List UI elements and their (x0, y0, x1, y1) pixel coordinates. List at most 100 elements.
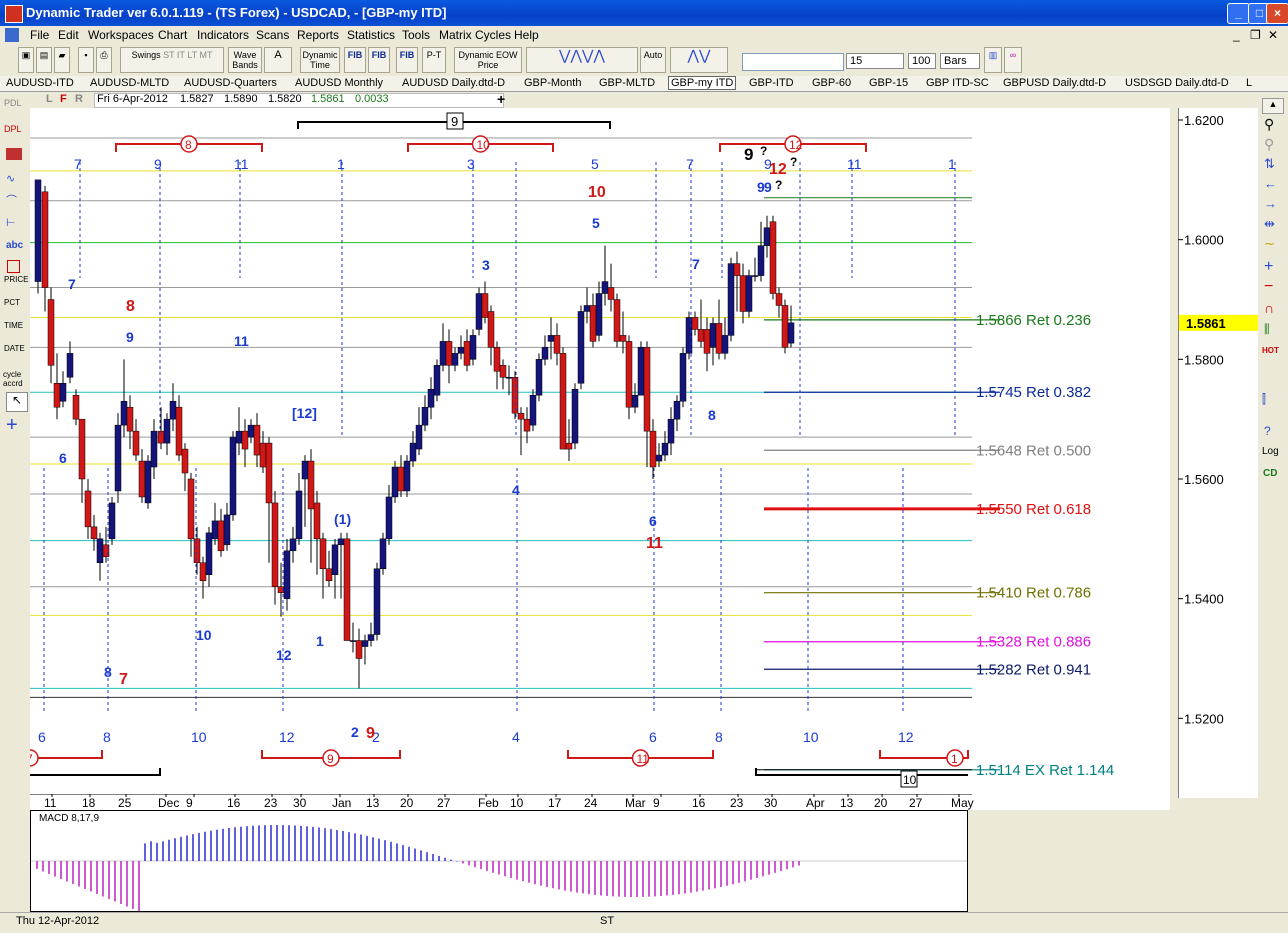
zoom-in-icon[interactable]: ⚲ (1264, 116, 1274, 133)
menu-workspaces[interactable]: Workspaces (88, 28, 154, 42)
menu-chart[interactable]: Chart (158, 28, 187, 42)
tab-audusd-mltd[interactable]: AUDUSD-MLTD (90, 77, 169, 89)
swings-button[interactable]: Swings ST IT LT MT (120, 47, 224, 73)
hot-button[interactable]: HOT (1262, 346, 1279, 355)
arrow-right-icon[interactable]: → (1264, 196, 1277, 211)
candle-body (427, 389, 435, 408)
menu-file[interactable]: File (30, 28, 49, 42)
tab-gbp-itd-sc[interactable]: GBP ITD-SC (926, 77, 989, 89)
chart-canvas[interactable]: 1.5866 Ret 0.236 1.5745 Ret 0.382 1.5648 R… (30, 108, 1170, 794)
bars-count-input[interactable]: 100 (908, 53, 936, 69)
menu-matrix-cycles[interactable]: Matrix Cycles (439, 28, 511, 42)
tab-audusd-itd[interactable]: AUDUSD-ITD (6, 77, 74, 89)
dynamic-eow-button[interactable]: Dynamic EOW Price (454, 47, 522, 73)
tab-audusd-monthly[interactable]: AUDUSD Monthly (295, 77, 383, 89)
tab-gbp-60[interactable]: GBP-60 (812, 77, 851, 89)
scroll-up-icon[interactable]: ▲ (1262, 98, 1284, 114)
symbol-select[interactable] (742, 53, 844, 71)
wave-label-blue: 12 (276, 647, 292, 663)
zoom-out-icon[interactable]: ⚲ (1264, 136, 1274, 153)
menu-indicators[interactable]: Indicators (197, 28, 249, 42)
mdi-minimize-icon[interactable]: _ (1233, 28, 1240, 42)
fib-time-2-button[interactable]: FIB (368, 47, 390, 73)
help-icon[interactable]: ? (1264, 424, 1271, 438)
tab-gbp-mltd[interactable]: GBP-MLTD (599, 77, 655, 89)
macd-panel[interactable]: MACD 8,17,9 (30, 810, 968, 912)
auto-checkbox[interactable]: Auto (640, 47, 666, 73)
dpl-tool[interactable]: DPL (4, 124, 22, 134)
new-chart-icon[interactable]: ▣ (18, 47, 34, 73)
menu-help[interactable]: Help (514, 28, 539, 42)
abc-tool[interactable]: abc (6, 240, 23, 251)
cycle-bottom-number: 8 (103, 729, 111, 745)
wave-label-red: 7 (119, 671, 128, 688)
bars-unit-select[interactable]: Bars (940, 53, 980, 69)
cycle-accrd-tool[interactable]: cycle accrd (3, 370, 29, 388)
dynamic-time-button[interactable]: Dynamic Time (300, 47, 340, 73)
minimize-icon[interactable]: _ (1227, 3, 1250, 24)
bar-type-icon[interactable]: ⫿ (1262, 392, 1266, 407)
menu-reports[interactable]: Reports (297, 28, 339, 42)
interval-select[interactable]: 15 (846, 53, 904, 69)
glasses-icon[interactable]: ∞ (1004, 47, 1022, 73)
crosshair-icon[interactable]: + (6, 414, 18, 437)
open-folder-icon[interactable]: ▰ (54, 47, 70, 73)
mdi-close-icon[interactable]: ✕ (1268, 28, 1278, 42)
menu-scans[interactable]: Scans (256, 28, 289, 42)
tab-audusd-quarters[interactable]: AUDUSD-Quarters (184, 77, 277, 89)
tab-gbp-my-itd[interactable]: GBP-my ITD (668, 76, 737, 90)
pct-tool[interactable]: PCT (4, 298, 20, 307)
arrow-left-icon[interactable]: ← (1264, 176, 1277, 191)
pivot-icon[interactable]: ⊢ (6, 216, 16, 229)
cd-button[interactable]: CD (1263, 468, 1277, 479)
grid-icon[interactable]: ▥ (984, 47, 1002, 73)
log-button[interactable]: Log (1262, 446, 1279, 457)
wave-bands-button[interactable]: Wave Bands (228, 47, 262, 73)
tab-gbp-15[interactable]: GBP-15 (869, 77, 908, 89)
fib-time-3-button[interactable]: FIB (396, 47, 418, 73)
wave-tool-icon[interactable]: ∼ (1264, 236, 1275, 252)
pointer-icon[interactable]: ↖ (6, 392, 28, 412)
sort-arrows-icon[interactable]: ⇅ (1264, 156, 1275, 172)
pattern-button[interactable]: ⋀⋁ (670, 47, 728, 73)
close-icon[interactable]: × (1266, 3, 1288, 24)
l-letter[interactable]: L (46, 93, 53, 105)
abc-patterns-button[interactable]: ⋁⋀⋁⋀ (526, 47, 638, 73)
menu-edit[interactable]: Edit (58, 28, 79, 42)
stretch-icon[interactable]: ⇹ (1264, 216, 1275, 232)
wave-label-blue: [12] (292, 405, 317, 421)
arc-icon[interactable]: ⌒ (6, 192, 17, 208)
print-icon[interactable]: ⎙ (96, 47, 112, 73)
pdl-tool[interactable]: PDL (4, 98, 22, 108)
a-button[interactable]: A (264, 47, 292, 73)
tab-gbp-month[interactable]: GBP-Month (524, 77, 581, 89)
eraser-icon[interactable] (6, 148, 22, 160)
price-chart[interactable]: 1.5866 Ret 0.236 1.5745 Ret 0.382 1.5648 R… (30, 108, 1170, 794)
magnet-icon[interactable]: ∩ (1264, 300, 1274, 316)
time-tool[interactable]: TIME (4, 321, 23, 330)
bars-icon[interactable]: ⫼ (1264, 322, 1270, 337)
rectangle-icon[interactable] (7, 260, 20, 273)
plus-icon[interactable]: + (1264, 258, 1273, 276)
price-tool[interactable]: PRICE (4, 275, 28, 284)
save-icon[interactable]: ▪ (78, 47, 94, 73)
wave-icon[interactable]: ∿ (6, 172, 15, 185)
tab-overflow[interactable]: L (1246, 77, 1252, 89)
tab-gbp-itd[interactable]: GBP-ITD (749, 77, 794, 89)
tab-gbpusd-daily[interactable]: GBPUSD Daily.dtd-D (1003, 77, 1106, 89)
f-letter[interactable]: F (60, 93, 67, 105)
fib-time-1-button[interactable]: FIB (344, 47, 366, 73)
mdi-restore-icon[interactable]: ❐ (1250, 28, 1261, 42)
tab-usdsgd-daily[interactable]: USDSGD Daily.dtd-D (1125, 77, 1229, 89)
menu-tools[interactable]: Tools (402, 28, 430, 42)
crosshair-icon[interactable]: + (497, 91, 505, 107)
r-letter[interactable]: R (75, 93, 83, 105)
menu-statistics[interactable]: Statistics (347, 28, 395, 42)
pt-button[interactable]: P-T (422, 47, 446, 73)
minus-icon[interactable]: − (1264, 278, 1273, 296)
new-file-icon[interactable]: ▤ (36, 47, 52, 73)
candle-body (481, 293, 489, 318)
tab-audusd-daily[interactable]: AUDUSD Daily.dtd-D (402, 77, 505, 89)
date-tool[interactable]: DATE (4, 344, 25, 353)
retracement-label-0: 1.5866 Ret 0.236 (976, 312, 1091, 329)
